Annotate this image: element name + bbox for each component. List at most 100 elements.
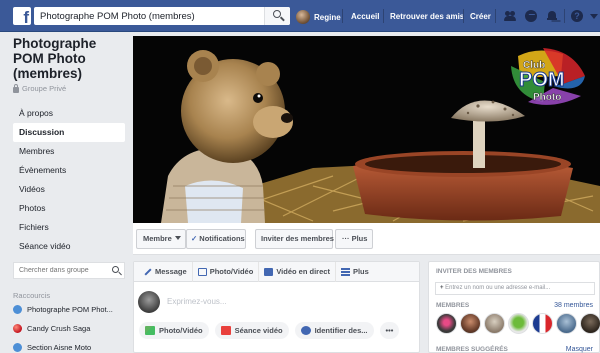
invite-label: Inviter des membres <box>261 234 334 243</box>
sidebar-item-files[interactable]: Fichiers <box>13 218 125 237</box>
sidebar-item-discussion[interactable]: Discussion <box>13 123 125 142</box>
divider <box>342 9 343 23</box>
chevron-down-icon <box>174 236 181 240</box>
notifications-icon[interactable] <box>546 10 558 22</box>
pill-label: Identifier des... <box>314 326 368 335</box>
divider <box>383 9 384 23</box>
video-session-button[interactable]: Séance vidéo <box>214 322 289 339</box>
friend-requests-icon[interactable] <box>504 10 516 22</box>
logo-text-pom: POM <box>519 69 565 91</box>
group-icon <box>13 305 22 314</box>
cover-photo[interactable]: Club POM Photo <box>133 36 600 223</box>
account-menu-icon[interactable] <box>590 14 598 19</box>
top-navigation-bar: f Regine Accueil Retrouver des amis Crée… <box>0 0 600 32</box>
sidebar-item-about[interactable]: À propos <box>13 104 125 123</box>
tab-label: Plus <box>352 267 369 276</box>
group-menu: À propos Discussion Membres Évènements V… <box>13 104 125 256</box>
shortcuts-title: Raccourcis <box>13 291 51 300</box>
tab-more[interactable]: Plus <box>336 262 374 282</box>
tab-live-video[interactable]: Vidéo en direct <box>259 261 336 282</box>
gift-icon <box>220 326 231 335</box>
invite-input[interactable]: Entrez un nom ou une adresse e-mail... <box>435 282 595 295</box>
user-name: Regine <box>314 12 341 22</box>
photo-icon <box>145 326 155 335</box>
composer-body[interactable]: Exprimez-vous... <box>134 282 419 318</box>
divider <box>495 9 496 23</box>
more-label: Plus <box>351 234 368 243</box>
tab-photo-video[interactable]: Photo/Vidéo <box>193 261 260 282</box>
create-link[interactable]: Créer <box>470 12 491 21</box>
group-title[interactable]: Photographe POM Photo (membres) <box>13 36 125 81</box>
tag-people-button[interactable]: Identifier des... <box>294 322 374 339</box>
shortcut-label: Photographe POM Phot... <box>27 305 113 314</box>
shortcut-item[interactable]: Candy Crush Saga <box>13 319 125 338</box>
group-privacy: Groupe Privé <box>13 83 125 93</box>
members-panel: INVITER DES MEMBRES Entrez un nom ou une… <box>428 261 600 353</box>
help-icon[interactable]: ? <box>571 10 583 22</box>
tab-label: Vidéo en direct <box>276 267 330 276</box>
composer-placeholder[interactable]: Exprimez-vous... <box>167 297 227 306</box>
shortcut-item[interactable]: Photographe POM Phot... <box>13 300 125 319</box>
profile-link[interactable]: Regine <box>296 9 341 25</box>
avatar[interactable] <box>508 313 529 334</box>
lock-icon <box>13 83 19 93</box>
tab-label: Photo/Vidéo <box>209 267 254 276</box>
more-options-button[interactable]: ••• <box>379 322 400 339</box>
sidebar-item-video-session[interactable]: Séance vidéo <box>13 237 125 256</box>
membership-dropdown-button[interactable]: Membre <box>136 229 186 249</box>
photo-icon <box>197 267 207 276</box>
shortcut-label: Candy Crush Saga <box>27 324 91 333</box>
post-composer: Message Photo/Vidéo Vidéo en direct Plus… <box>133 261 420 353</box>
sidebar-item-photos[interactable]: Photos <box>13 199 125 218</box>
suggested-members-label: MEMBRES SUGGÉRÉS <box>436 346 508 353</box>
avatar[interactable] <box>532 313 553 334</box>
pencil-icon <box>143 268 152 276</box>
search-button[interactable] <box>264 7 290 25</box>
group-sidebar: Photographe POM Photo (membres) Groupe P… <box>13 36 125 353</box>
more-button[interactable]: ··· Plus <box>335 229 373 249</box>
divider <box>564 9 565 23</box>
photo-video-button[interactable]: Photo/Vidéo <box>139 322 209 339</box>
pill-label: Séance vidéo <box>234 326 283 335</box>
avatar <box>296 10 310 24</box>
hide-link[interactable]: Masquer <box>566 346 593 353</box>
avatar[interactable] <box>436 313 457 334</box>
find-friends-link[interactable]: Retrouver des amis <box>390 12 464 21</box>
search-input[interactable] <box>34 7 262 25</box>
avatar[interactable] <box>460 313 481 334</box>
video-camera-icon <box>264 267 274 276</box>
members-count-link[interactable]: 38 membres <box>554 302 593 309</box>
avatar[interactable] <box>556 313 577 334</box>
sidebar-item-videos[interactable]: Vidéos <box>13 180 125 199</box>
avatar[interactable] <box>484 313 505 334</box>
shortcut-label: Section Aisne Moto <box>27 343 92 352</box>
group-search-input[interactable] <box>14 263 104 278</box>
search-box <box>34 7 290 25</box>
sidebar-item-events[interactable]: Évènements <box>13 161 125 180</box>
shortcut-item[interactable]: Section Aisne Moto <box>13 338 125 353</box>
member-avatars <box>436 313 600 334</box>
more-dots-icon: ••• <box>385 326 394 335</box>
check-icon: ✓ <box>191 234 198 243</box>
messenger-icon[interactable] <box>525 10 537 22</box>
search-icon[interactable] <box>112 266 119 273</box>
facebook-logo-icon[interactable]: f <box>13 7 31 25</box>
avatar[interactable] <box>580 313 600 334</box>
more-dots-icon: ··· <box>342 234 352 243</box>
home-link[interactable]: Accueil <box>351 12 379 21</box>
pill-label: Photo/Vidéo <box>159 326 203 335</box>
list-icon <box>340 267 350 276</box>
tab-label: Message <box>155 267 187 276</box>
privacy-label: Groupe Privé <box>22 84 67 93</box>
tab-message[interactable]: Message <box>138 261 193 282</box>
game-icon <box>13 324 22 333</box>
sidebar-item-members[interactable]: Membres <box>13 142 125 161</box>
membership-label: Membre <box>143 234 172 243</box>
search-icon <box>273 10 281 18</box>
composer-tabs: Message Photo/Vidéo Vidéo en direct Plus <box>134 261 419 282</box>
members-label: MEMBRES <box>436 302 470 309</box>
avatar <box>138 291 160 313</box>
composer-actions: Photo/Vidéo Séance vidéo Identifier des.… <box>134 318 419 343</box>
invite-members-button[interactable]: Inviter des membres <box>255 229 334 249</box>
notifications-button[interactable]: ✓ Notifications <box>186 229 246 249</box>
